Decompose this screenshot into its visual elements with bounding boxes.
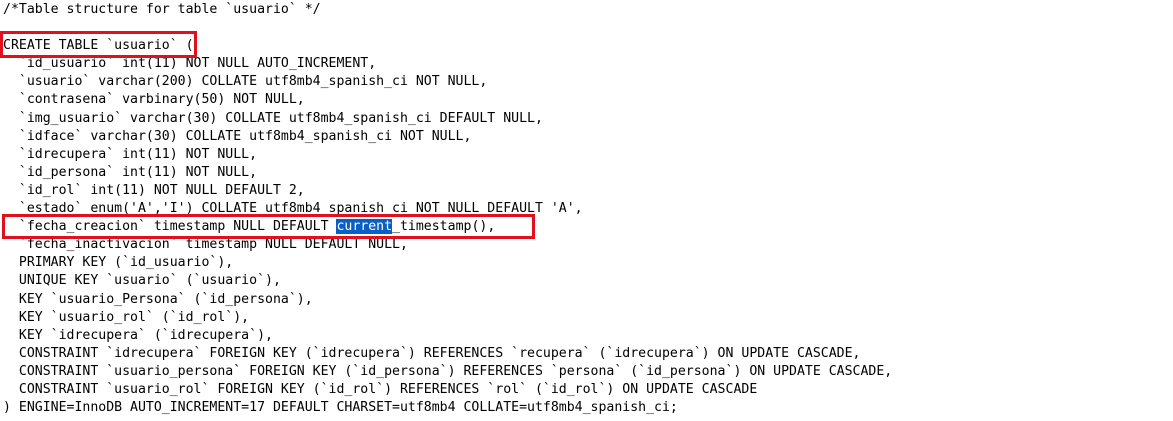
code-line-id-persona[interactable]: `id_persona` int(11) NOT NULL, <box>3 164 892 182</box>
code-line-unique-key[interactable]: UNIQUE KEY `usuario` (`usuario`), <box>3 272 892 290</box>
code-line-constraint-usuario-persona[interactable]: CONSTRAINT `usuario_persona` FOREIGN KEY… <box>3 363 892 381</box>
code-line-img-usuario[interactable]: `img_usuario` varchar(30) COLLATE utf8mb… <box>3 110 892 128</box>
code-line-constraint-usuario-rol[interactable]: CONSTRAINT `usuario_rol` FOREIGN KEY (`i… <box>3 381 892 399</box>
code-line-key-usuario-persona[interactable]: KEY `usuario_Persona` (`id_persona`), <box>3 291 892 309</box>
editor-view: { "code": { "lines": [ "/*Table structur… <box>0 0 1173 421</box>
code-line-idface[interactable]: `idface` varchar(30) COLLATE utf8mb4_spa… <box>3 128 892 146</box>
code-line-comment[interactable]: /*Table structure for table `usuario` */ <box>3 1 892 19</box>
code-line-constraint-idrecupera[interactable]: CONSTRAINT `idrecupera` FOREIGN KEY (`id… <box>3 345 892 363</box>
code-line-engine[interactable]: ) ENGINE=InnoDB AUTO_INCREMENT=17 DEFAUL… <box>3 399 892 417</box>
code-line-idrecupera[interactable]: `idrecupera` int(11) NOT NULL, <box>3 146 892 164</box>
code-line-usuario[interactable]: `usuario` varchar(200) COLLATE utf8mb4_s… <box>3 73 892 91</box>
code-line-contrasena[interactable]: `contrasena` varbinary(50) NOT NULL, <box>3 91 892 109</box>
code-line-key-idrecupera[interactable]: KEY `idrecupera` (`idrecupera`), <box>3 327 892 345</box>
code-line-id-rol[interactable]: `id_rol` int(11) NOT NULL DEFAULT 2, <box>3 182 892 200</box>
code-line-key-usuario-rol[interactable]: KEY `usuario_rol` (`id_rol`), <box>3 309 892 327</box>
annotation-box-fecha-creacion <box>2 214 535 239</box>
sql-code-block[interactable]: /*Table structure for table `usuario` */… <box>3 1 892 417</box>
annotation-box-create-table <box>0 31 197 58</box>
code-line-primary-key[interactable]: PRIMARY KEY (`id_usuario`), <box>3 254 892 272</box>
